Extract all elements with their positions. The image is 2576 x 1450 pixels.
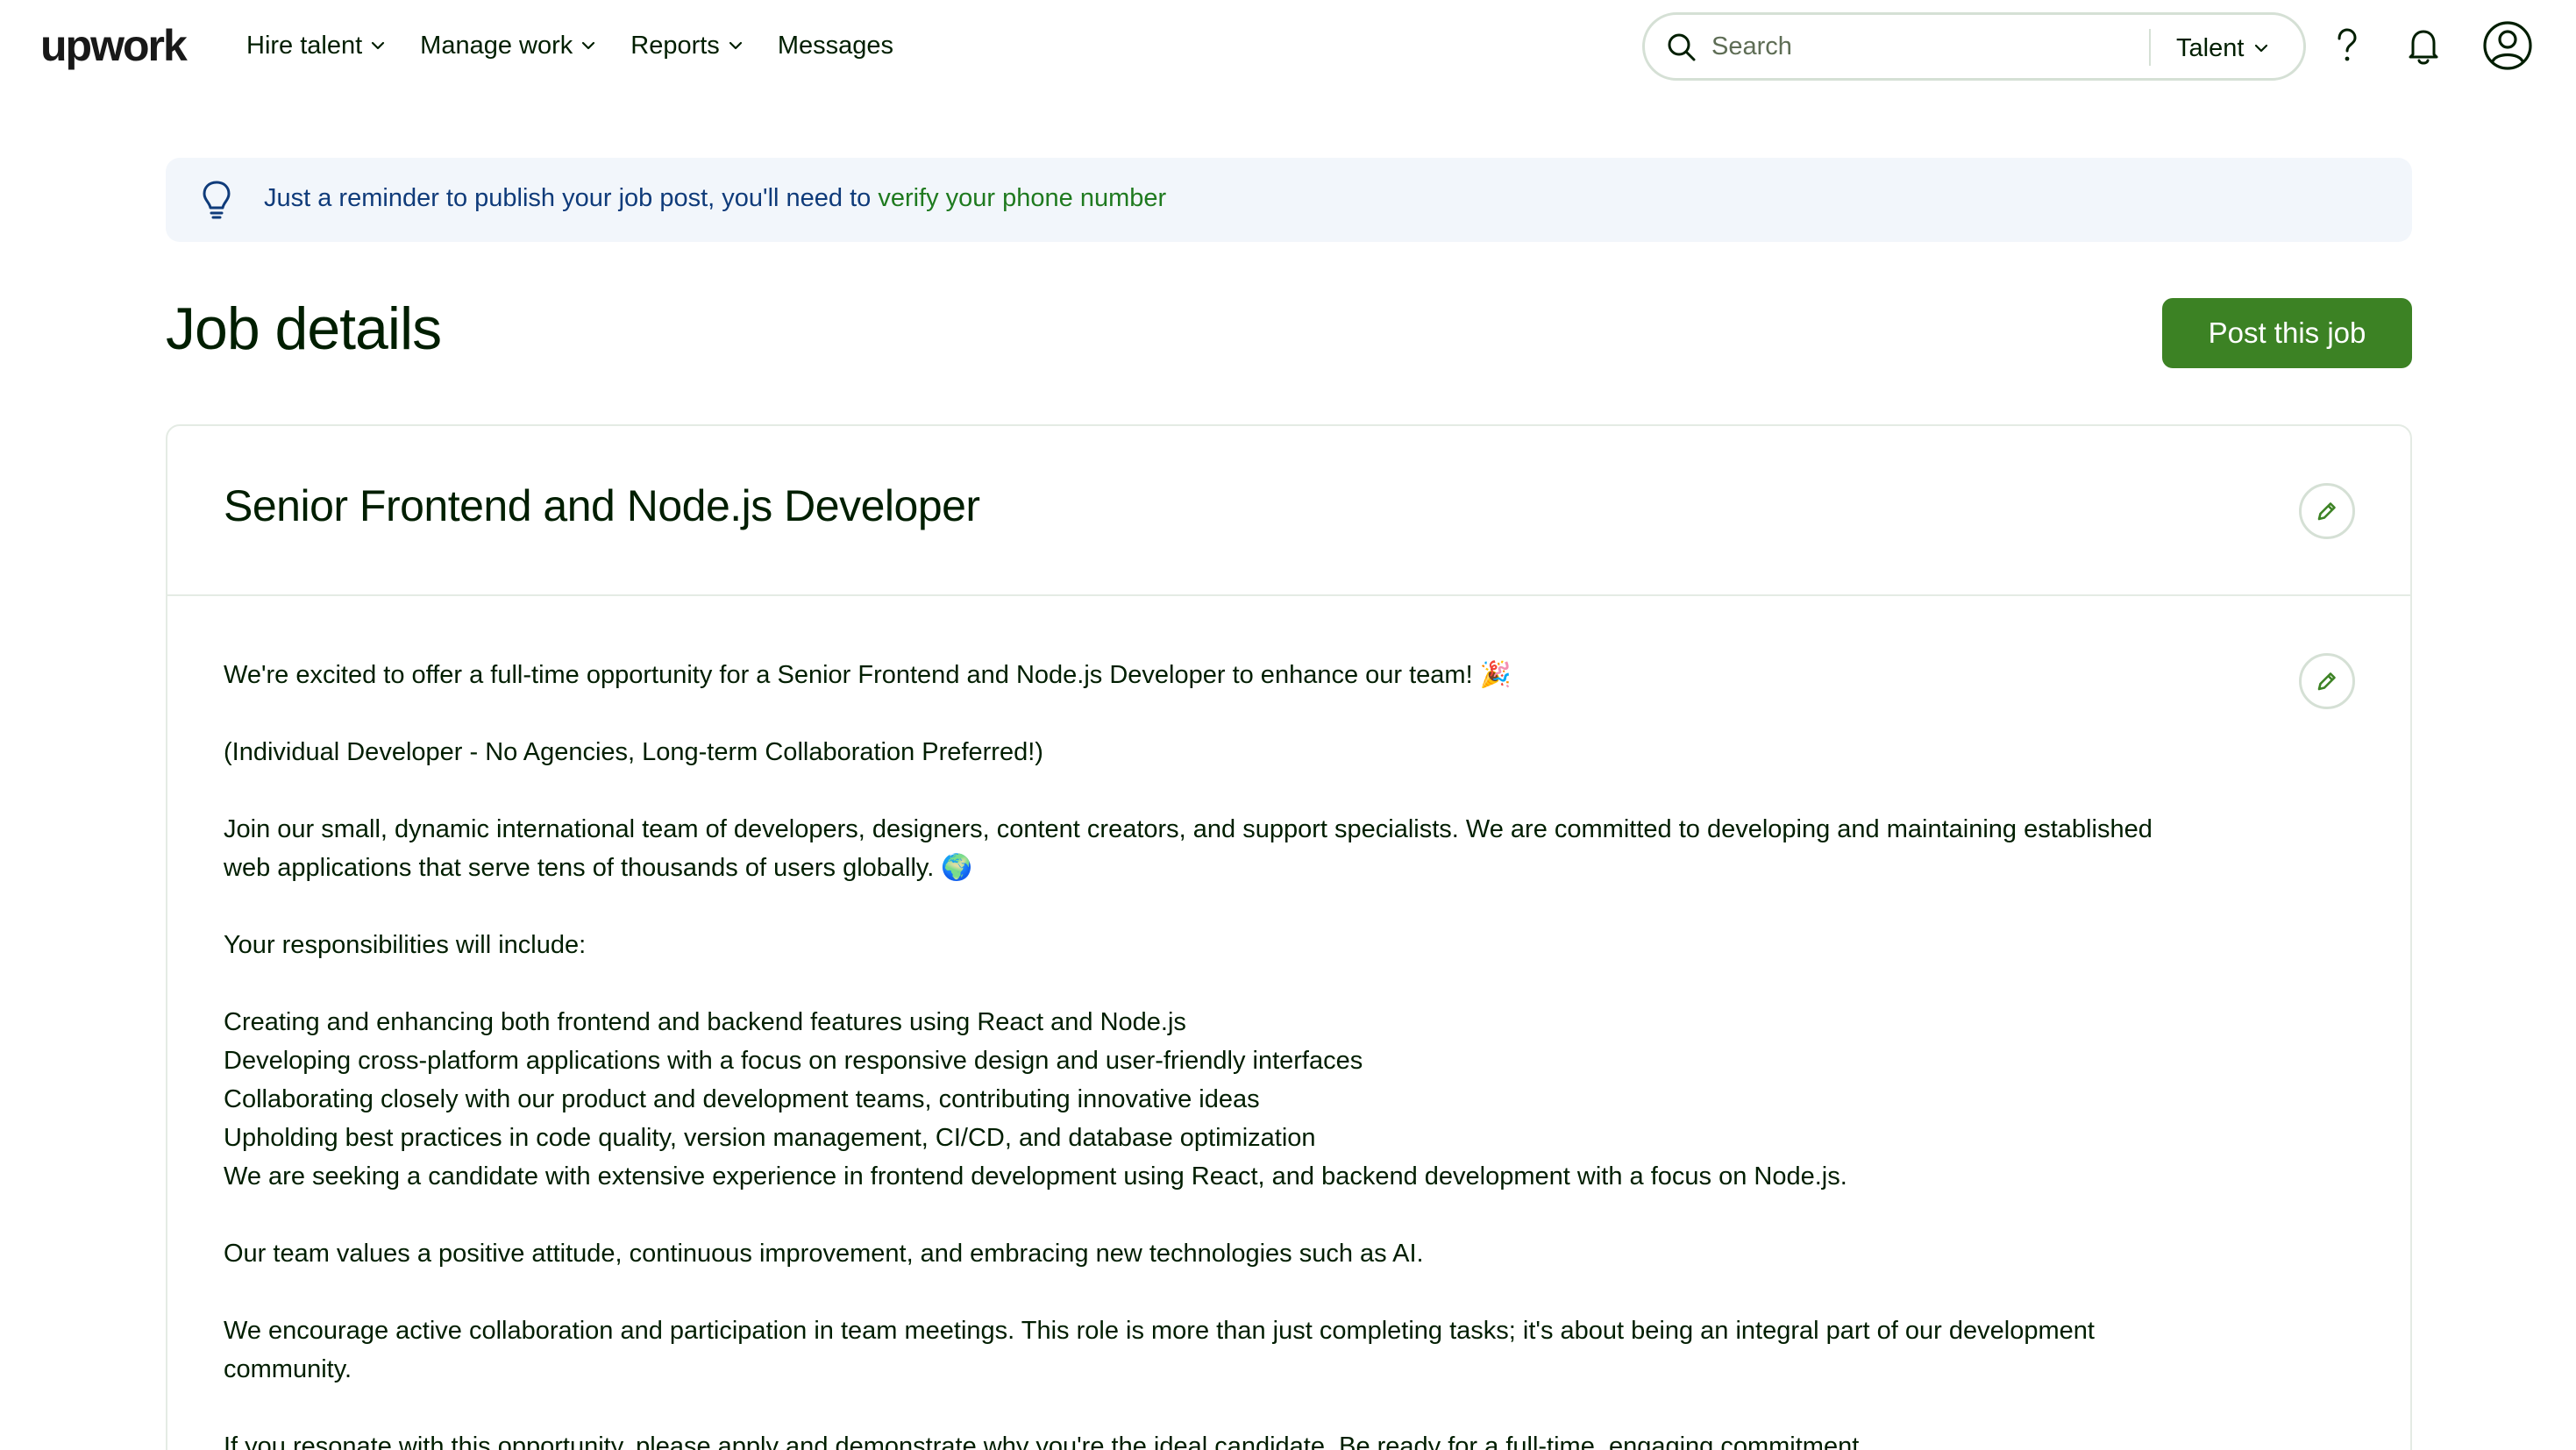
reminder-banner: Just a reminder to publish your job post… bbox=[166, 158, 2412, 242]
upwork-logo[interactable]: upwork bbox=[40, 19, 188, 72]
description-line: Your responsibilities will include: bbox=[224, 931, 587, 959]
description-line: Our team values a positive attitude, con… bbox=[224, 1240, 1424, 1268]
description-line: Developing cross-platform applications w… bbox=[224, 1047, 1363, 1075]
job-title-section: Senior Frontend and Node.js Developer bbox=[167, 426, 2410, 596]
lightbulb-icon bbox=[203, 181, 231, 219]
search-divider bbox=[2149, 29, 2151, 66]
description-line: (Individual Developer - No Agencies, Lon… bbox=[224, 738, 1043, 766]
pencil-icon bbox=[2317, 672, 2336, 691]
description-line: Creating and enhancing both frontend and… bbox=[224, 1008, 1186, 1036]
edit-title-button[interactable] bbox=[2299, 483, 2355, 539]
job-title: Senior Frontend and Node.js Developer bbox=[224, 481, 980, 530]
search-scope-dropdown[interactable]: Talent bbox=[2176, 31, 2270, 66]
user-circle-icon[interactable] bbox=[2481, 19, 2534, 72]
top-navigation-bar: upwork Hire talent Manage work Reports M… bbox=[0, 0, 2576, 91]
chevron-down-icon bbox=[729, 41, 742, 50]
nav-hire-talent-label: Hire talent bbox=[246, 31, 363, 60]
description-line: We are seeking a candidate with extensiv… bbox=[224, 1162, 1847, 1191]
chevron-down-icon bbox=[2255, 44, 2268, 53]
bell-icon[interactable] bbox=[2401, 23, 2446, 68]
edit-description-button[interactable] bbox=[2299, 653, 2355, 709]
description-line: We're excited to offer a full-time oppor… bbox=[224, 661, 1512, 689]
job-details-card: Senior Frontend and Node.js Developer We… bbox=[166, 424, 2412, 1450]
verify-phone-link[interactable]: verify your phone number bbox=[878, 184, 1166, 212]
job-description: We're excited to offer a full-time oppor… bbox=[224, 656, 2196, 1450]
search-icon bbox=[1668, 33, 1696, 61]
pencil-icon bbox=[2317, 502, 2336, 521]
main-nav: Hire talent Manage work Reports Messages bbox=[246, 26, 927, 65]
chevron-down-icon bbox=[372, 41, 385, 50]
description-line: If you resonate with this opportunity, p… bbox=[224, 1432, 1867, 1450]
page-title: Job details bbox=[166, 295, 442, 362]
description-line: Join our small, dynamic international te… bbox=[224, 815, 2153, 882]
description-line: Collaborating closely with our product a… bbox=[224, 1085, 1260, 1113]
reminder-text: Just a reminder to publish your job post… bbox=[264, 184, 879, 212]
chevron-down-icon bbox=[582, 41, 595, 50]
nav-messages[interactable]: Messages bbox=[778, 26, 893, 65]
nav-manage-work[interactable]: Manage work bbox=[420, 26, 597, 65]
nav-manage-work-label: Manage work bbox=[420, 31, 573, 60]
nav-messages-label: Messages bbox=[777, 31, 893, 60]
reminder-message: Just a reminder to publish your job post… bbox=[264, 184, 1166, 213]
description-line: Upholding best practices in code quality… bbox=[224, 1124, 1316, 1152]
nav-reports[interactable]: Reports bbox=[630, 26, 744, 65]
question-mark-icon[interactable] bbox=[2323, 23, 2369, 68]
search-scope-label: Talent bbox=[2176, 33, 2245, 62]
nav-reports-label: Reports bbox=[630, 31, 720, 60]
post-job-button[interactable]: Post this job bbox=[2162, 298, 2412, 368]
search-bar: Talent bbox=[1642, 12, 2306, 81]
nav-hire-talent[interactable]: Hire talent bbox=[246, 26, 387, 65]
search-input[interactable] bbox=[1711, 29, 2010, 64]
description-line: We encourage active collaboration and pa… bbox=[224, 1317, 2095, 1383]
